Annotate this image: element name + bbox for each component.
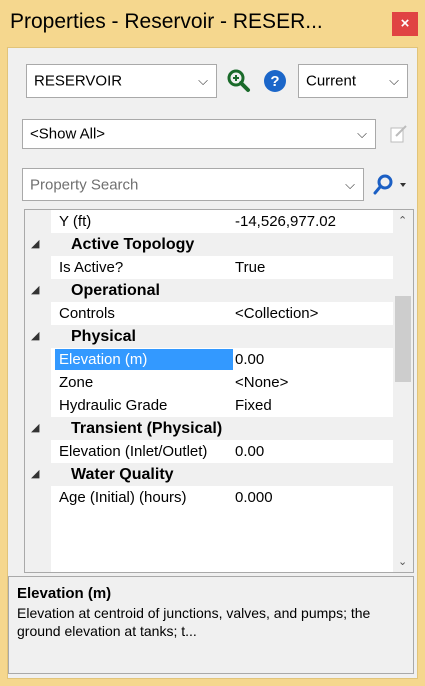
collapse-triangle-icon[interactable]: ◢ [31, 283, 39, 296]
category-transient-physical[interactable]: ◢ Transient (Physical) [25, 417, 395, 440]
svg-text:?: ? [270, 73, 279, 90]
scrollbar-thumb[interactable] [395, 296, 411, 382]
element-select[interactable]: RESERVOIR ⌵ [26, 64, 217, 98]
category-operational[interactable]: ◢ Operational [25, 279, 395, 302]
help-icon[interactable]: ? [262, 68, 288, 94]
property-value: True [235, 259, 266, 276]
property-name: Controls [59, 305, 115, 322]
chevron-down-icon: ⌵ [389, 73, 399, 88]
filter-select[interactable]: <Show All> ⌵ [22, 119, 376, 149]
category-water-quality[interactable]: ◢ Water Quality [25, 463, 395, 486]
zoom-icon[interactable] [226, 68, 252, 94]
property-name: Elevation (Inlet/Outlet) [59, 443, 208, 460]
property-search-input[interactable]: Property Search ⌵ [22, 168, 364, 201]
grid-row-controls[interactable]: Controls <Collection> [25, 302, 395, 325]
description-panel: Elevation (m) Elevation at centroid of j… [8, 576, 414, 674]
scroll-up-arrow-icon[interactable]: ⌃ [398, 214, 407, 227]
edit-icon[interactable] [386, 121, 412, 147]
description-title: Elevation (m) [17, 585, 112, 602]
grid-row-y[interactable]: Y (ft) -14,526,977.02 [25, 210, 395, 233]
category-name: Transient (Physical) [71, 420, 223, 437]
category-name: Operational [71, 282, 160, 299]
property-value: Fixed [235, 397, 272, 414]
property-value: 0.00 [235, 443, 265, 460]
chevron-down-icon: ⌵ [345, 176, 355, 192]
filter-select-value: <Show All> [30, 125, 106, 143]
property-name: Hydraulic Grade [59, 397, 168, 414]
close-button[interactable]: × [392, 12, 418, 36]
search-placeholder: Property Search [30, 176, 139, 193]
collapse-triangle-icon[interactable]: ◢ [31, 467, 39, 480]
property-value: -14,526,977.02 [235, 213, 336, 230]
property-value[interactable]: 0.00 [235, 351, 264, 368]
category-active-topology[interactable]: ◢ Active Topology [25, 233, 395, 256]
property-name: Is Active? [59, 259, 124, 276]
grid-row-age-initial[interactable]: Age (Initial) (hours) 0.000 [25, 486, 395, 509]
property-value: <Collection> [235, 305, 319, 322]
property-name: Age (Initial) (hours) [59, 489, 187, 506]
category-name: Active Topology [71, 236, 195, 253]
property-grid[interactable]: Y (ft) -14,526,977.02 ◢ Active Topology … [24, 209, 414, 573]
grid-row-elevation-inlet[interactable]: Elevation (Inlet/Outlet) 0.00 [25, 440, 395, 463]
scroll-down-arrow-icon[interactable]: ⌄ [398, 555, 407, 568]
property-name: Zone [59, 374, 94, 391]
window-title: Properties - Reservoir - RESER... [10, 10, 323, 33]
scenario-select[interactable]: Current ⌵ [298, 64, 408, 98]
chevron-down-icon: ⌵ [357, 126, 367, 141]
collapse-triangle-icon[interactable]: ◢ [31, 421, 39, 434]
property-value: <None> [235, 374, 289, 391]
chevron-down-icon: ⌵ [198, 73, 208, 88]
collapse-triangle-icon[interactable]: ◢ [31, 237, 39, 250]
property-name: Y (ft) [59, 213, 92, 230]
category-name: Physical [71, 328, 136, 345]
search-icon[interactable] [370, 172, 410, 198]
grid-row-elevation[interactable]: Elevation (m) 0.00 [25, 348, 395, 371]
collapse-triangle-icon[interactable]: ◢ [31, 329, 39, 342]
vertical-scrollbar[interactable]: ⌃ ⌄ [393, 210, 413, 572]
category-physical[interactable]: ◢ Physical [25, 325, 395, 348]
scenario-select-value: Current [306, 72, 357, 90]
grid-row-is-active[interactable]: Is Active? True [25, 256, 395, 279]
title-bar[interactable]: Properties - Reservoir - RESER... × [0, 0, 425, 47]
grid-row-hydraulic-grade[interactable]: Hydraulic Grade Fixed [25, 394, 395, 417]
description-text: Elevation at centroid of junctions, valv… [17, 605, 371, 639]
category-name: Water Quality [71, 466, 174, 483]
property-name: Elevation (m) [55, 349, 233, 370]
grid-row-zone[interactable]: Zone <None> [25, 371, 395, 394]
property-value: 0.000 [235, 489, 273, 506]
element-select-value: RESERVOIR [34, 72, 123, 90]
